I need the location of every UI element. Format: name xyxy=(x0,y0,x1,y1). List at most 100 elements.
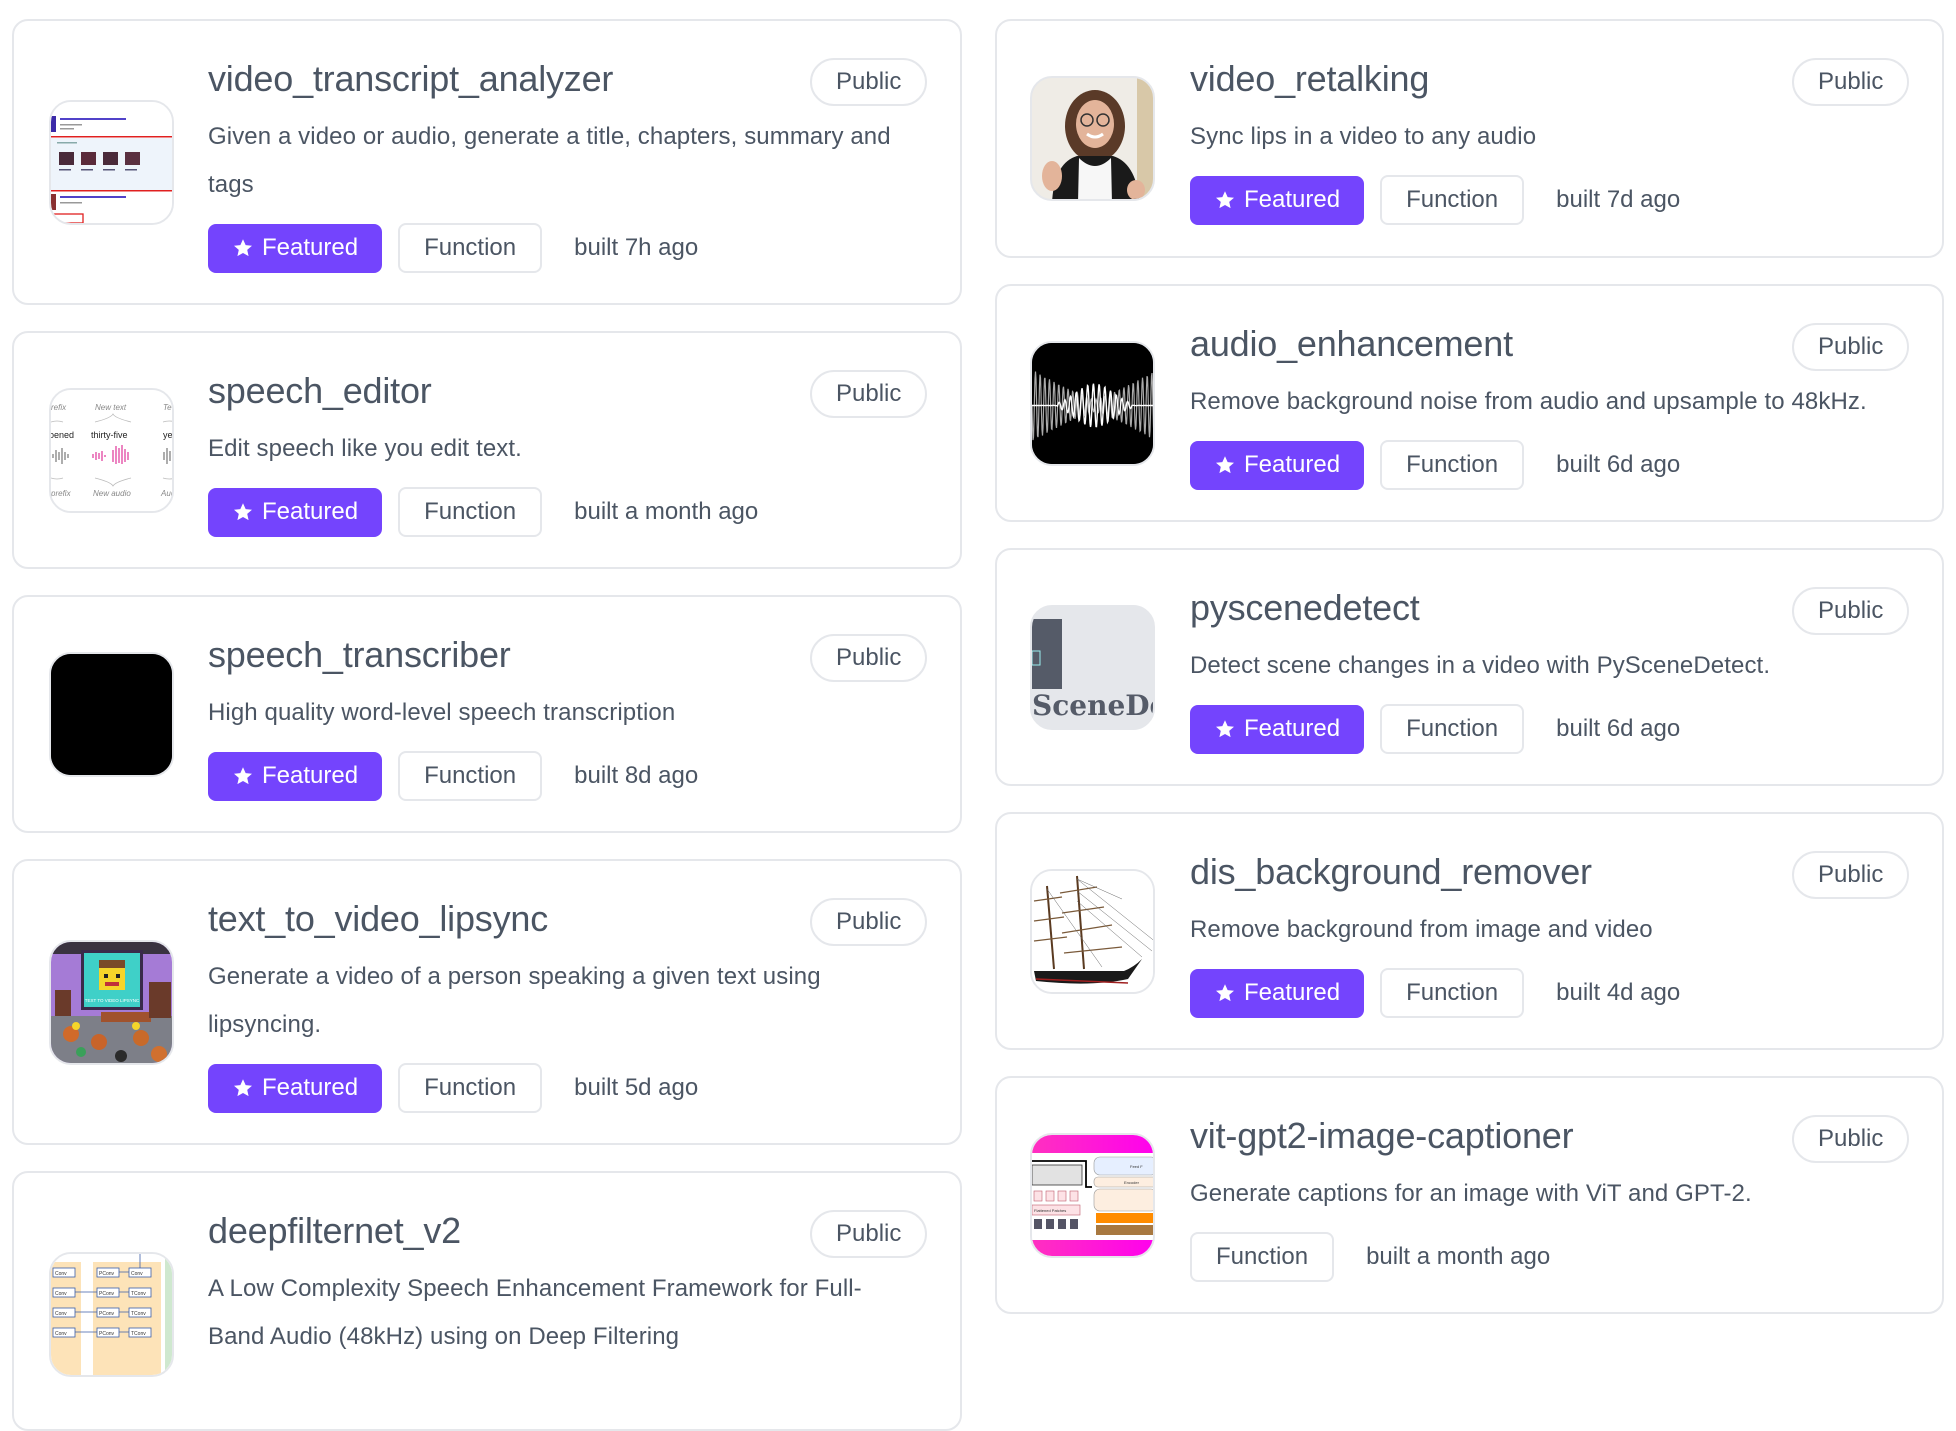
model-title[interactable]: text_to_video_lipsync xyxy=(208,897,548,941)
thumb-label: PConv xyxy=(99,1291,115,1297)
featured-label: Featured xyxy=(262,498,359,525)
function-badge[interactable]: Function xyxy=(1190,1232,1335,1282)
thumb-label: Conv xyxy=(131,1271,143,1277)
model-thumbnail: Conv Conv Conv Conv PConv PConv PConv PC… xyxy=(49,1252,174,1377)
featured-badge[interactable]: Featured xyxy=(1190,704,1365,754)
built-time: built a month ago xyxy=(1366,1243,1551,1270)
rainbow-waveform-icon xyxy=(51,654,172,775)
star-icon xyxy=(1216,456,1234,474)
model-description-line-2: Band Audio (48kHz) using on Deep Filteri… xyxy=(208,1323,680,1350)
function-badge[interactable]: Function xyxy=(398,1063,543,1113)
featured-badge[interactable]: Featured xyxy=(208,751,383,801)
function-badge[interactable]: Function xyxy=(1380,704,1525,754)
function-badge[interactable]: Function xyxy=(1380,968,1525,1018)
model-description-line-2: lipsyncing. xyxy=(208,1011,322,1038)
thumb-label: Feed F xyxy=(1130,1164,1143,1169)
model-card-dis-background-remover[interactable]: dis_background_remover Public Remove bac… xyxy=(995,812,1944,1050)
thumb-label: Conv xyxy=(55,1271,67,1277)
model-thumbnail xyxy=(1030,341,1155,466)
tag-row: Function built a month ago xyxy=(1190,1232,1550,1282)
model-card-video-transcript-analyzer[interactable]: video_transcript_analyzer Public Given a… xyxy=(12,19,962,305)
model-title[interactable]: deepfilternet_v2 xyxy=(208,1209,461,1253)
featured-badge[interactable]: Featured xyxy=(1190,175,1365,225)
visibility-badge: Public xyxy=(1792,323,1910,371)
thumb-label: Aud xyxy=(160,489,174,498)
model-description-line-1: Generate a video of a person speaking a … xyxy=(208,963,821,990)
model-card-deepfilternet-v2[interactable]: Conv Conv Conv Conv PConv PConv PConv PC… xyxy=(12,1171,962,1431)
featured-label: Featured xyxy=(262,762,359,789)
built-time: built a month ago xyxy=(574,498,759,525)
visibility-badge: Public xyxy=(1792,58,1910,106)
tag-row: Featured Function built 8d ago xyxy=(208,751,698,801)
model-title[interactable]: video_retalking xyxy=(1190,57,1429,101)
model-description-line-1: Given a video or audio, generate a title… xyxy=(208,123,891,150)
model-card-vit-gpt2-image-captioner[interactable]: Flattened Patches Feed F Encoder vit-gpt… xyxy=(995,1076,1944,1314)
youtube-results-thumbnail-icon xyxy=(51,102,172,223)
featured-label: Featured xyxy=(262,1074,359,1101)
built-time: built 8d ago xyxy=(574,762,699,789)
model-description-line-1: High quality word-level speech transcrip… xyxy=(208,699,676,726)
featured-badge[interactable]: Featured xyxy=(1190,968,1365,1018)
featured-badge[interactable]: Featured xyxy=(208,223,383,273)
built-time: built 4d ago xyxy=(1556,979,1681,1006)
model-title[interactable]: dis_background_remover xyxy=(1190,850,1592,894)
thumb-label: New audio xyxy=(93,489,131,498)
star-icon xyxy=(234,503,252,521)
function-badge[interactable]: Function xyxy=(398,751,543,801)
model-card-speech-transcriber[interactable]: speech_transcriber Public High quality w… xyxy=(12,595,962,833)
featured-badge[interactable]: Featured xyxy=(208,1063,383,1113)
built-time: built 7h ago xyxy=(574,234,699,261)
thumb-label: Encoder xyxy=(1124,1180,1140,1185)
function-badge[interactable]: Function xyxy=(1380,175,1525,225)
thumb-label: PConv xyxy=(99,1331,115,1337)
model-description-line-1: Remove background noise from audio and u… xyxy=(1190,388,1867,415)
thumb-label: New text xyxy=(95,403,127,412)
function-badge[interactable]: Function xyxy=(398,223,543,273)
model-title[interactable]: audio_enhancement xyxy=(1190,322,1513,366)
built-time: built 6d ago xyxy=(1556,715,1681,742)
model-card-audio-enhancement[interactable]: audio_enhancement Public Remove backgrou… xyxy=(995,284,1944,522)
tag-row: Featured Function built 4d ago xyxy=(1190,968,1680,1018)
tag-row: Featured Function built 7d ago xyxy=(1190,175,1680,225)
featured-badge[interactable]: Featured xyxy=(208,487,383,537)
function-badge[interactable]: Function xyxy=(1380,440,1525,490)
model-thumbnail: TEXT TO VIDEO LIPSYNC xyxy=(49,940,174,1065)
model-title[interactable]: speech_transcriber xyxy=(208,633,511,677)
thumb-label: Flattened Patches xyxy=(1034,1208,1066,1213)
model-title[interactable]: speech_editor xyxy=(208,369,432,413)
scenedetect-logo-icon: SceneDet xyxy=(1032,607,1155,728)
model-title[interactable]: vit-gpt2-image-captioner xyxy=(1190,1114,1574,1158)
architecture-diagram-icon: Flattened Patches Feed F Encoder xyxy=(1032,1135,1153,1256)
built-time: built 6d ago xyxy=(1556,451,1681,478)
model-description-line-1: Remove background from image and video xyxy=(1190,916,1653,943)
visibility-badge: Public xyxy=(810,370,928,418)
visibility-badge: Public xyxy=(810,898,928,946)
model-description-line-1: Generate captions for an image with ViT … xyxy=(1190,1180,1752,1207)
star-icon xyxy=(234,1079,252,1097)
visibility-badge: Public xyxy=(1792,587,1910,635)
model-thumbnail xyxy=(49,652,174,777)
featured-badge[interactable]: Featured xyxy=(1190,440,1365,490)
built-time: built 5d ago xyxy=(574,1074,699,1101)
visibility-badge: Public xyxy=(1792,851,1910,899)
thumb-label: refix xyxy=(51,403,67,412)
model-card-video-retalking[interactable]: video_retalking Public Sync lips in a vi… xyxy=(995,19,1944,258)
thumb-label: PConv xyxy=(99,1311,115,1317)
model-card-text-to-video-lipsync[interactable]: TEXT TO VIDEO LIPSYNC text_to_video_lips… xyxy=(12,859,962,1145)
thumb-label: TConv xyxy=(131,1311,146,1317)
model-card-pyscenedetect[interactable]: SceneDet pyscenedetect Public Detect sce… xyxy=(995,548,1944,786)
model-description-line-1: Detect scene changes in a video with PyS… xyxy=(1190,652,1771,679)
visibility-badge: Public xyxy=(810,1210,928,1258)
model-title[interactable]: video_transcript_analyzer xyxy=(208,57,613,101)
network-diagram-icon: Conv Conv Conv Conv PConv PConv PConv PC… xyxy=(51,1254,172,1375)
model-thumbnail xyxy=(1030,869,1155,994)
model-description-line-1: A Low Complexity Speech Enhancement Fram… xyxy=(208,1275,862,1302)
thumb-label: SceneDet xyxy=(1032,689,1155,722)
star-icon xyxy=(1216,984,1234,1002)
function-badge[interactable]: Function xyxy=(398,487,543,537)
model-card-speech-editor[interactable]: refix New text Te oened thirty-five yea … xyxy=(12,331,962,569)
featured-label: Featured xyxy=(1244,451,1341,478)
thumb-label: TEXT TO VIDEO LIPSYNC xyxy=(85,998,140,1003)
star-icon xyxy=(234,239,252,257)
model-title[interactable]: pyscenedetect xyxy=(1190,586,1420,630)
